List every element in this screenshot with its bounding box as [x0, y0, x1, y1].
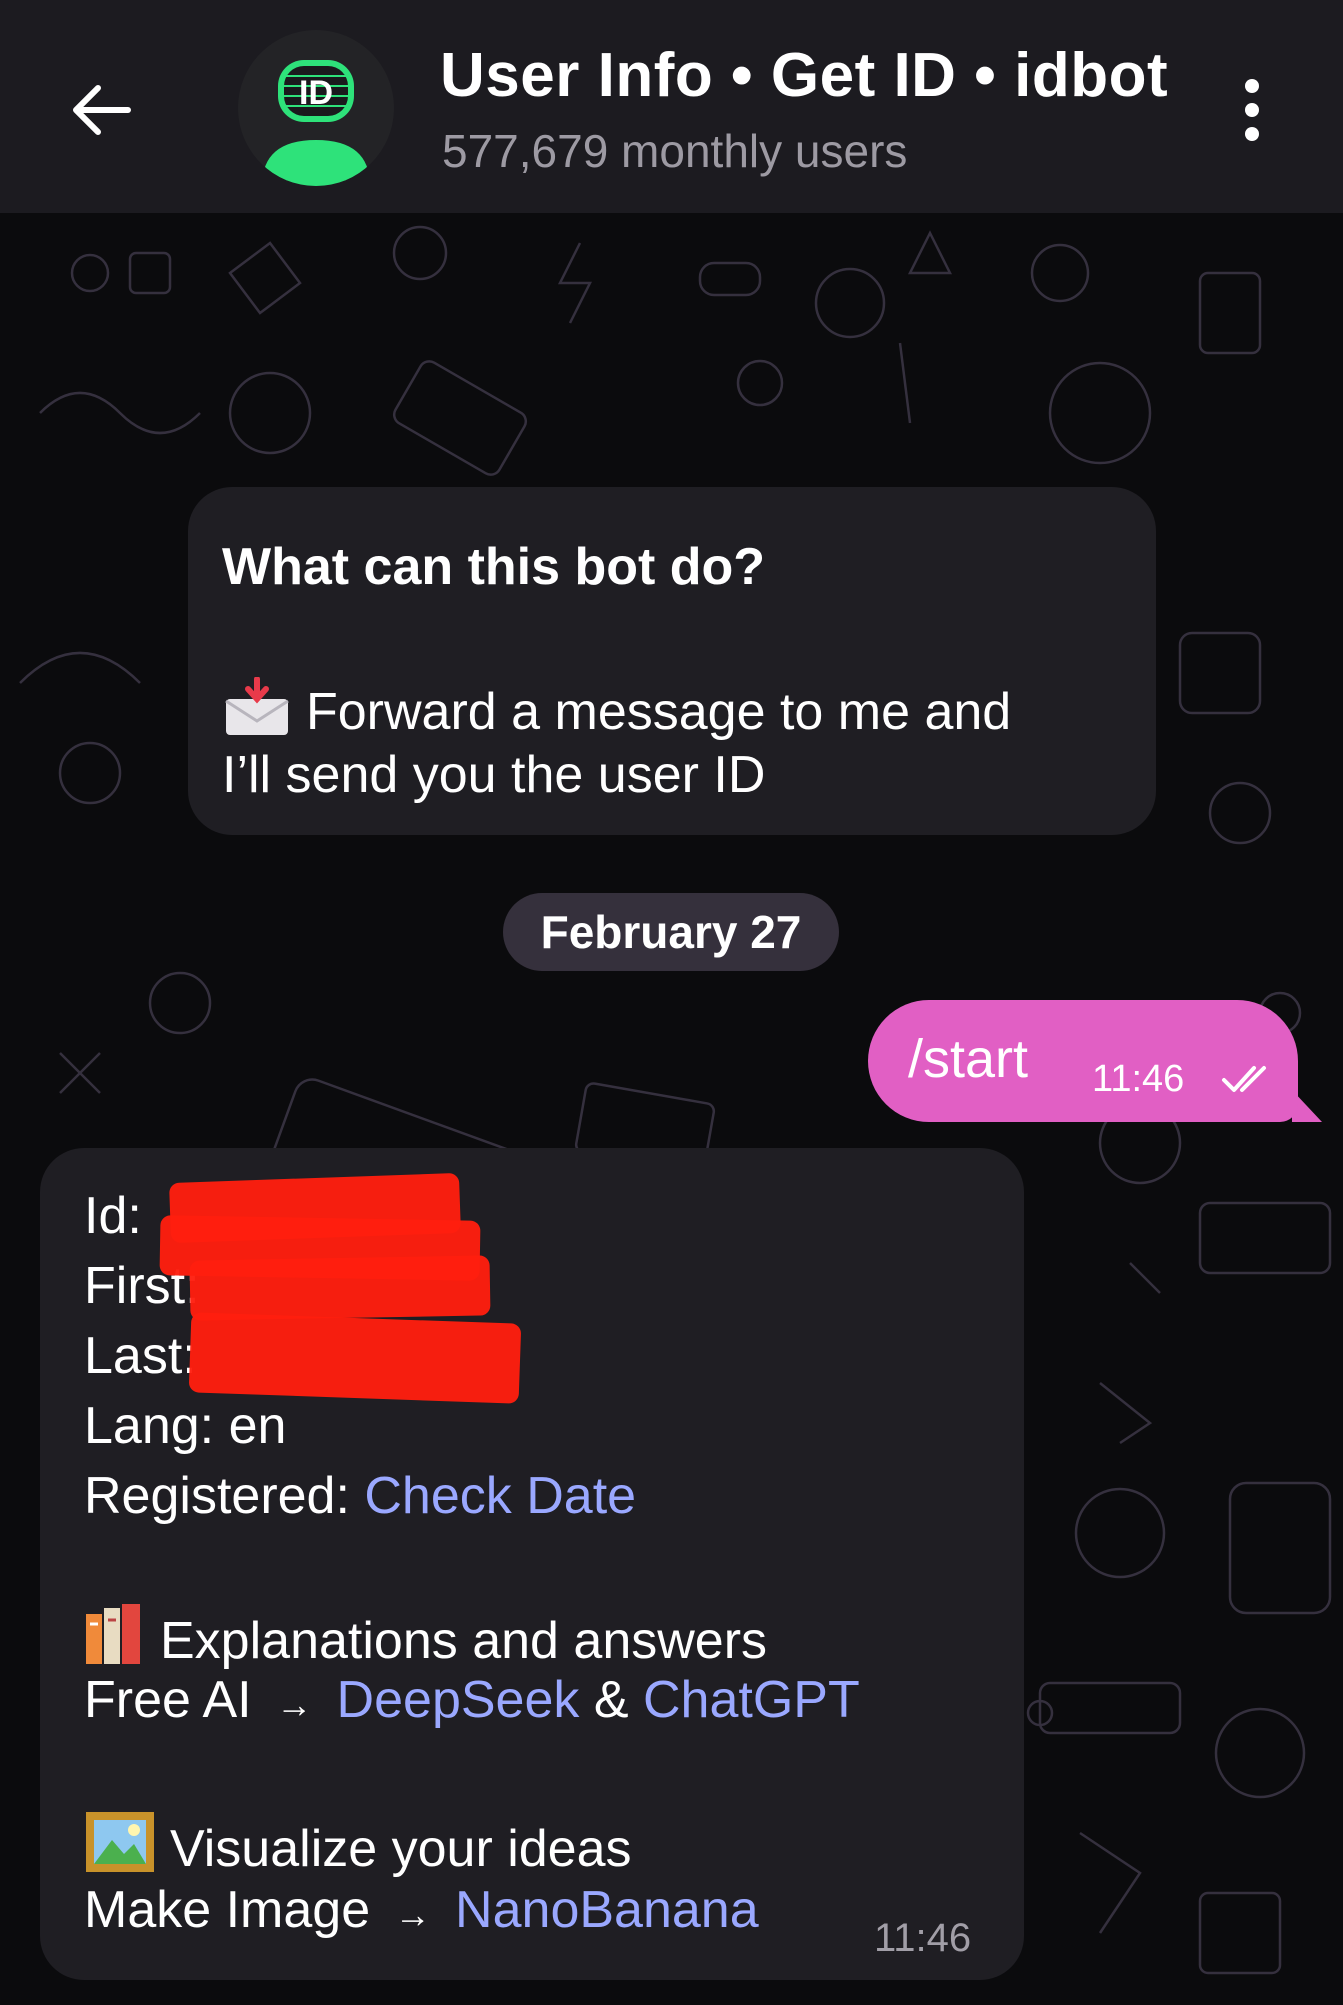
outgoing-message-text: /start	[908, 1029, 1029, 1089]
make-image-line: Make Image → NanoBanana	[84, 1880, 759, 1940]
bot-description-bubble: What can this bot do? Forward a message …	[188, 487, 1156, 835]
bot-reply-bubble[interactable]: Id: First: Last: Lang: en Registered: Ch…	[40, 1148, 1024, 1980]
visualize-line: Visualize your ideas	[84, 1810, 632, 1879]
arrow-text: →	[276, 1684, 313, 1725]
bot-description-line: Forward a message to me and	[222, 677, 1011, 742]
ampersand-text: &	[593, 1671, 629, 1729]
avatar-text: ID	[299, 74, 333, 112]
double-check-icon	[1222, 1066, 1266, 1092]
redaction-mark	[189, 1255, 491, 1321]
more-vertical-icon	[1245, 79, 1259, 93]
outgoing-message-bubble[interactable]: /start 11:46	[868, 1000, 1298, 1122]
chat-header: ID User Info • Get ID • idbot 577,679 mo…	[0, 0, 1343, 213]
registered-label: Registered:	[84, 1467, 350, 1525]
make-image-label: Make Image	[84, 1881, 371, 1939]
language-line: Lang: en	[84, 1397, 287, 1455]
redaction-mark	[188, 1312, 522, 1404]
arrow-left-icon	[73, 85, 131, 135]
bot-avatar[interactable]: ID	[238, 30, 394, 186]
outgoing-message-time: 11:46	[1092, 1058, 1185, 1100]
arrow-text: →	[394, 1894, 431, 1935]
reply-message-time: 11:46	[874, 1916, 972, 1960]
explanations-text: Explanations and answers	[160, 1612, 768, 1670]
registered-line: Registered: Check Date	[84, 1466, 636, 1526]
free-ai-label: Free AI	[84, 1671, 252, 1729]
check-date-link[interactable]: Check Date	[364, 1467, 636, 1525]
last-name-label: Last:	[84, 1327, 197, 1385]
date-separator: February 27	[503, 893, 839, 971]
bot-description-title: What can this bot do?	[222, 538, 766, 596]
more-menu-button[interactable]	[1232, 70, 1272, 150]
framed-picture-icon	[86, 1812, 154, 1872]
chatgpt-link[interactable]: ChatGPT	[643, 1671, 860, 1729]
bot-description-line1: Forward a message to me and	[306, 683, 1012, 741]
bot-description-line2: I’ll send you the user ID	[222, 746, 766, 804]
visualize-text: Visualize your ideas	[170, 1820, 632, 1878]
back-button[interactable]	[60, 70, 140, 150]
envelope-arrow-icon	[225, 677, 289, 735]
id-label: Id:	[84, 1187, 142, 1245]
nanobanana-link[interactable]: NanoBanana	[455, 1881, 759, 1939]
books-icon	[86, 1604, 140, 1664]
chat-title[interactable]: User Info • Get ID • idbot	[440, 40, 1168, 111]
chat-subtitle: 577,679 monthly users	[442, 125, 908, 177]
free-ai-line: Free AI → DeepSeek & ChatGPT	[84, 1670, 860, 1730]
explanations-line: Explanations and answers	[84, 1600, 767, 1671]
deepseek-link[interactable]: DeepSeek	[337, 1671, 580, 1729]
